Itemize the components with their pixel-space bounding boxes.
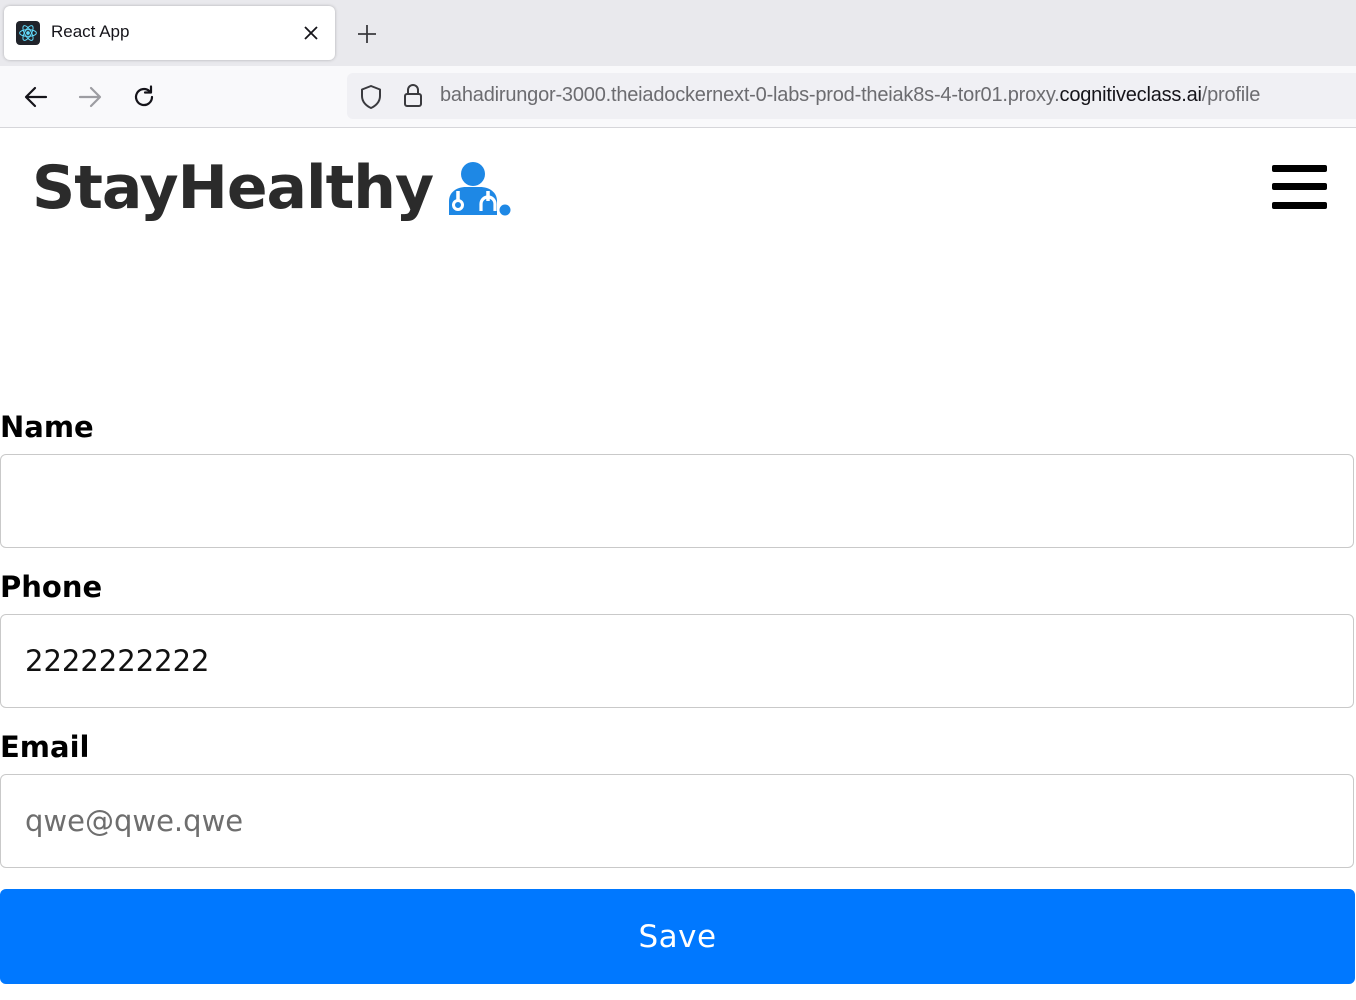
save-button[interactable]: Save — [0, 889, 1355, 984]
email-label: Email — [0, 730, 90, 764]
lock-icon[interactable] — [402, 83, 424, 113]
react-icon — [16, 21, 40, 45]
plus-icon[interactable] — [352, 19, 382, 49]
phone-field[interactable]: 2222222222 — [0, 614, 1354, 708]
hamburger-line — [1272, 165, 1327, 172]
name-field[interactable] — [0, 454, 1354, 548]
phone-label: Phone — [0, 570, 103, 604]
hamburger-line — [1272, 183, 1327, 190]
browser-tab-bar: React App — [0, 0, 1356, 66]
name-label: Name — [0, 410, 94, 444]
browser-tab[interactable]: React App — [4, 6, 335, 60]
browser-nav-bar: bahadirungor-3000.theiadockernext-0-labs… — [0, 66, 1356, 128]
email-field[interactable]: qwe@qwe.qwe — [0, 774, 1354, 868]
url-prefix: bahadirungor-3000.theiadockernext-0-labs… — [440, 84, 1060, 106]
doctor-icon — [447, 161, 511, 221]
url-path: /profile — [1201, 84, 1261, 106]
address-bar[interactable]: bahadirungor-3000.theiadockernext-0-labs… — [347, 73, 1356, 119]
hamburger-menu-icon[interactable] — [1272, 164, 1328, 212]
shield-icon[interactable] — [359, 84, 383, 114]
url-domain: cognitiveclass.ai — [1059, 84, 1202, 106]
tab-title: React App — [51, 22, 130, 41]
arrow-left-icon[interactable] — [19, 80, 53, 114]
url-text[interactable]: bahadirungor-3000.theiadockernext-0-labs… — [440, 84, 1260, 107]
hamburger-line — [1272, 202, 1327, 209]
reload-icon[interactable] — [127, 80, 161, 114]
brand-name: StayHealthy — [32, 153, 434, 223]
close-icon[interactable] — [298, 20, 324, 46]
arrow-right-icon[interactable] — [73, 80, 107, 114]
brand-logo[interactable]: StayHealthy — [32, 150, 511, 226]
